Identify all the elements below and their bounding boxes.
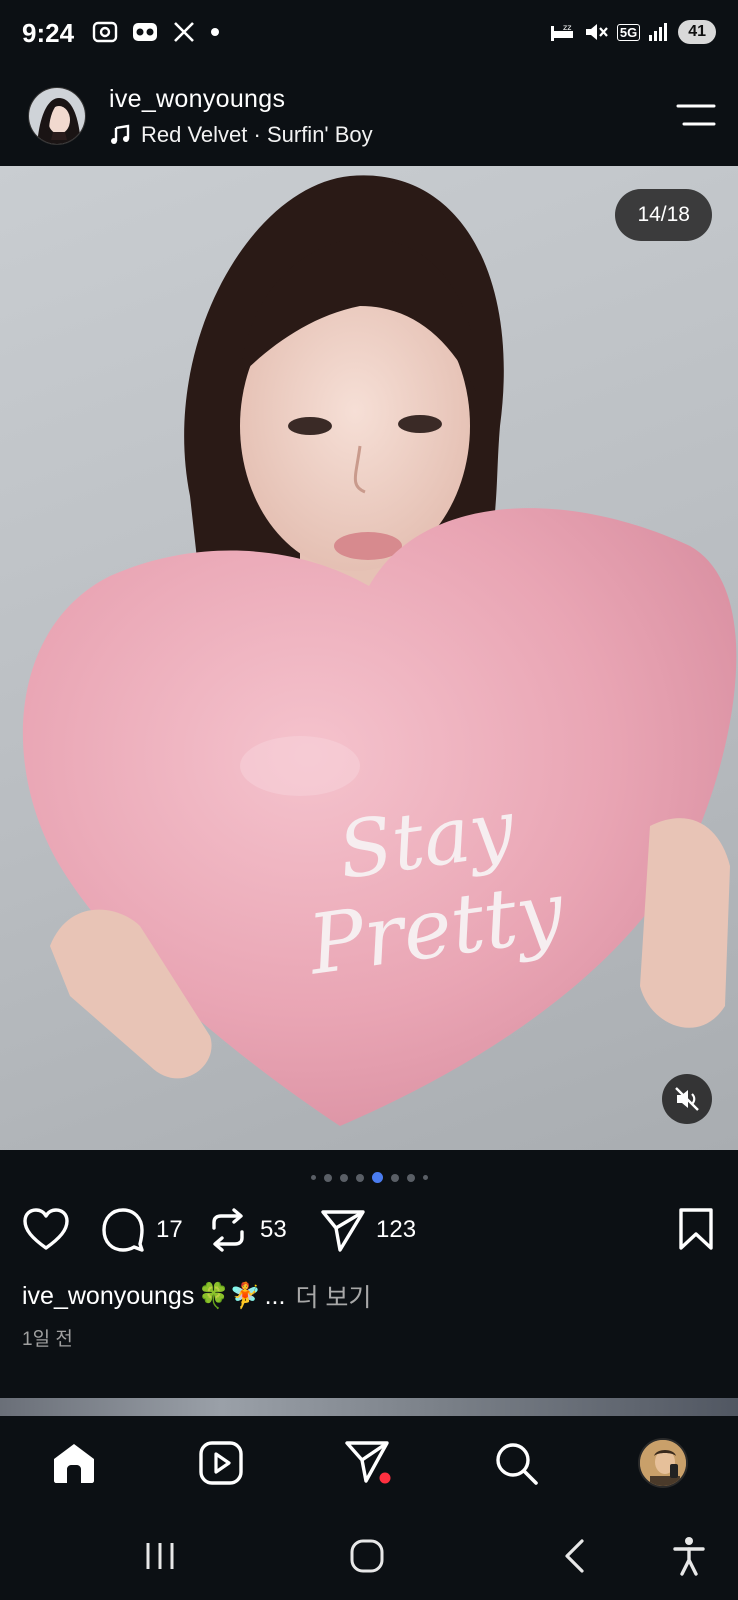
status-time: 9:24 [22,18,75,48]
post-caption: ive_wonyoungs 🍀🧚 ... 더 보기 [22,1278,371,1314]
post-header: ive_wonyoungs Red Velvet · Surfin' Boy [0,78,738,166]
share-count: 123 [376,1216,417,1243]
battery-icon: 41 [678,20,716,44]
like-button[interactable] [22,1208,70,1252]
home-icon [54,1444,94,1483]
system-nav [0,1512,738,1600]
pager-dot-active [371,1172,383,1183]
comment-button[interactable]: 17 [100,1208,183,1252]
pager-dot [390,1173,399,1182]
messages-icon [345,1441,391,1484]
pager-dot [339,1173,348,1182]
home-button-icon [350,1539,384,1573]
caption-ellipsis: ... [264,1281,286,1310]
post-image[interactable]: Stay Pretty 14/18 [0,166,738,1150]
music-info[interactable]: Red Velvet · Surfin' Boy [109,122,373,148]
nav-home[interactable] [49,1438,99,1488]
nav-messages[interactable] [344,1438,394,1488]
back-icon [565,1539,584,1573]
comment-icon [102,1208,144,1252]
music-note-icon [111,124,130,144]
heart-icon [23,1208,69,1250]
next-post-preview[interactable] [0,1398,738,1416]
post-author-avatar[interactable] [28,87,86,145]
caption-emoji: 🍀🧚 [198,1281,261,1310]
5g-icon: 5G [616,23,641,41]
status-bar: 9:24 zz 5G 41 [0,0,738,70]
more-link[interactable]: 더 보기 [295,1278,371,1314]
post-photo-illustration: Stay Pretty [22,175,737,1127]
repost-count: 53 [260,1216,287,1243]
home-button[interactable] [345,1534,389,1578]
accessibility-icon [673,1537,705,1576]
pager-dot [310,1175,316,1180]
carousel-pager [0,1172,738,1183]
pager-dot [422,1175,428,1180]
nav-search[interactable] [491,1438,541,1488]
nav-profile[interactable] [638,1438,688,1488]
signal-icon [649,23,668,41]
accessibility-button[interactable] [667,1534,711,1578]
bookmark-button[interactable] [678,1208,714,1255]
image-counter: 14/18 [615,189,712,241]
post-username[interactable]: ive_wonyoungs [109,85,285,114]
repost-icon [212,1208,244,1252]
comment-count: 17 [156,1216,183,1243]
post-actions: 17 53 123 [0,1208,738,1258]
sleep-icon: zz [550,23,573,41]
voicemail-icon [133,23,157,41]
bottom-nav [0,1416,738,1512]
bookmark-icon [679,1208,713,1250]
pager-dot [323,1173,332,1182]
recent-apps-icon [146,1543,174,1569]
speaker-muted-icon [675,1087,699,1111]
screen-record-icon [92,21,118,43]
pager-dot [355,1173,364,1182]
caption-username[interactable]: ive_wonyoungs [22,1282,194,1311]
mute-toggle-button[interactable] [662,1074,712,1124]
search-icon [496,1443,538,1485]
share-button[interactable]: 123 [320,1208,416,1252]
recent-apps-button[interactable] [138,1534,182,1578]
post-timestamp: 1일 전 [22,1329,73,1350]
dot-icon [211,28,219,36]
menu-icon[interactable] [676,102,716,128]
x-app-icon [174,22,194,42]
svg-text:zz: zz [563,23,571,32]
share-icon [321,1210,365,1252]
pager-dot [406,1173,415,1182]
repost-button[interactable]: 53 [206,1208,287,1252]
mute-icon [585,24,608,40]
back-button[interactable] [552,1534,596,1578]
profile-avatar [638,1438,688,1488]
music-label: Red Velvet · Surfin' Boy [141,122,373,147]
nav-reels[interactable] [196,1438,246,1488]
reels-icon [199,1441,243,1485]
